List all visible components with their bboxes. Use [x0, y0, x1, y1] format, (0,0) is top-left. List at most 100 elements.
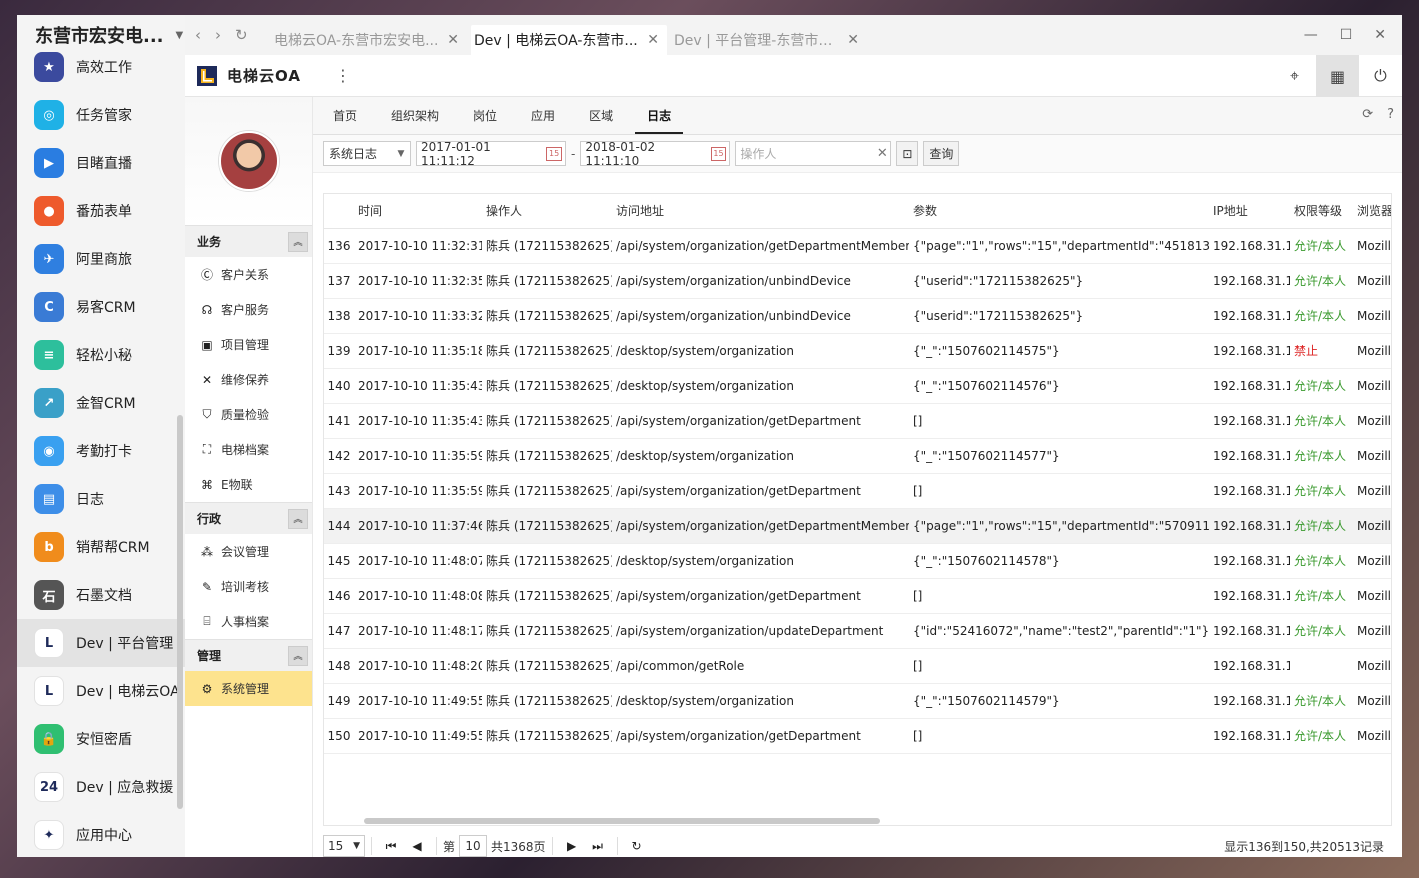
- column-header[interactable]: 访问地址: [612, 194, 909, 229]
- sidebar-group-header[interactable]: 管理 ︽: [185, 639, 312, 671]
- table-row[interactable]: 150 2017-10-10 11:49:55 陈兵 (172115382625) /…: [324, 718, 1391, 754]
- table-row[interactable]: 139 2017-10-10 11:35:18 陈兵 (172115382625) /…: [324, 333, 1391, 369]
- last-page-icon[interactable]: ⏭: [585, 839, 611, 854]
- sub-tab[interactable]: 应用: [519, 98, 567, 134]
- app-item[interactable]: ≡ 轻松小秘: [17, 331, 185, 379]
- table-row[interactable]: 145 2017-10-10 11:48:07 陈兵 (172115382625) /…: [324, 543, 1391, 579]
- app-item[interactable]: ● 番茄表单: [17, 187, 185, 235]
- first-page-icon[interactable]: ⏮: [378, 839, 404, 854]
- app-item[interactable]: L Dev | 平台管理: [17, 619, 185, 667]
- sidebar-item[interactable]: Ⓒ 客户关系: [185, 257, 312, 292]
- app-item[interactable]: C 易客CRM: [17, 283, 185, 331]
- back-icon[interactable]: ‹: [195, 26, 201, 44]
- sub-tab[interactable]: 组织架构: [379, 98, 451, 134]
- forward-icon[interactable]: ›: [215, 26, 221, 44]
- close-icon[interactable]: ✕: [847, 32, 859, 48]
- column-header[interactable]: IP地址: [1209, 194, 1290, 229]
- app-item[interactable]: ↗ 金智CRM: [17, 379, 185, 427]
- table-row[interactable]: 147 2017-10-10 11:48:17 陈兵 (172115382625) /…: [324, 613, 1391, 649]
- table-row[interactable]: 137 2017-10-10 11:32:35 陈兵 (172115382625) /…: [324, 263, 1391, 299]
- page-number-input[interactable]: 10: [459, 835, 488, 857]
- sidebar-group-header[interactable]: 业务 ︽: [185, 225, 312, 257]
- reload-page-icon[interactable]: ↻: [624, 839, 650, 853]
- query-button[interactable]: 查询: [923, 141, 960, 166]
- horizontal-scrollbar[interactable]: [364, 818, 880, 824]
- table-row[interactable]: 144 2017-10-10 11:37:46 陈兵 (172115382625) /…: [324, 508, 1391, 544]
- sub-tab[interactable]: 首页: [321, 98, 369, 134]
- date-to-field[interactable]: 2018-01-02 11:11:10 15: [580, 140, 731, 168]
- next-page-icon[interactable]: ▶: [559, 839, 585, 853]
- sub-tab[interactable]: 区域: [577, 98, 625, 134]
- sidebar-group-header[interactable]: 行政 ︽: [185, 502, 312, 534]
- table-row[interactable]: 148 2017-10-10 11:48:20 陈兵 (172115382625) /…: [324, 648, 1391, 684]
- sidebar-item[interactable]: ⚙ 系统管理: [185, 671, 312, 706]
- collapse-icon[interactable]: ︽: [288, 645, 308, 666]
- table-row[interactable]: 138 2017-10-10 11:33:32 陈兵 (172115382625) /…: [324, 298, 1391, 334]
- power-icon[interactable]: ⏻: [1359, 55, 1402, 97]
- app-item[interactable]: 石石墨文档: [17, 571, 185, 619]
- close-icon[interactable]: ✕: [447, 32, 459, 48]
- app-item[interactable]: ✦ 应用中心: [17, 811, 185, 857]
- sidebar-item[interactable]: ⛶ 电梯档案: [185, 432, 312, 467]
- log-type-select[interactable]: 系统日志 ▼: [323, 141, 411, 166]
- app-item[interactable]: ▶ 目睹直播: [17, 139, 185, 187]
- sidebar-item[interactable]: ⌸ 人事档案: [185, 604, 312, 639]
- column-header[interactable]: [324, 194, 354, 229]
- table-row[interactable]: 149 2017-10-10 11:49:55 陈兵 (172115382625) /…: [324, 683, 1391, 719]
- app-item[interactable]: b 销帮帮CRM: [17, 523, 185, 571]
- column-header[interactable]: 时间: [354, 194, 482, 229]
- operator-input[interactable]: 操作人 ✕: [735, 141, 892, 166]
- browser-tab[interactable]: Dev | 电梯云OA-东营市... ✕: [471, 25, 667, 55]
- sidebar-item[interactable]: ▣ 项目管理: [185, 327, 312, 362]
- collapse-icon[interactable]: ︽: [288, 231, 308, 252]
- map-pin-icon[interactable]: ⌖: [1273, 55, 1316, 97]
- browser-tab[interactable]: Dev | 平台管理-东营市宏... ✕: [671, 25, 867, 55]
- table-row[interactable]: 136 2017-10-10 11:32:31 陈兵 (172115382625) /…: [324, 228, 1391, 264]
- browser-tab[interactable]: 电梯云OA-东营市宏安电... ✕: [271, 25, 467, 55]
- minimize-icon[interactable]: —: [1304, 27, 1318, 43]
- avatar[interactable]: [218, 131, 279, 191]
- reload-icon[interactable]: ↻: [235, 26, 248, 44]
- sub-tab[interactable]: 日志: [635, 98, 684, 134]
- refresh-icon[interactable]: ⟳: [1362, 107, 1373, 122]
- close-icon[interactable]: ✕: [647, 32, 659, 48]
- sidebar-item[interactable]: ⌘ E物联: [185, 467, 312, 502]
- column-header[interactable]: 浏览器: [1353, 194, 1391, 229]
- table-row[interactable]: 140 2017-10-10 11:35:43 陈兵 (172115382625) /…: [324, 368, 1391, 404]
- launcher-scrollbar[interactable]: [177, 415, 183, 809]
- operator-picker-button[interactable]: ⊡: [896, 141, 919, 166]
- app-item[interactable]: ◎ 任务管家: [17, 91, 185, 139]
- sidebar-item[interactable]: ⁂ 会议管理: [185, 534, 312, 569]
- table-row[interactable]: 142 2017-10-10 11:35:59 陈兵 (172115382625) /…: [324, 438, 1391, 474]
- close-window-icon[interactable]: ✕: [1374, 27, 1386, 43]
- sidebar-item[interactable]: ☊ 客户服务: [185, 292, 312, 327]
- sidebar-item[interactable]: ✕ 维修保养: [185, 362, 312, 397]
- table-row[interactable]: 143 2017-10-10 11:35:59 陈兵 (172115382625) /…: [324, 473, 1391, 509]
- calendar-icon[interactable]: 15: [710, 146, 727, 161]
- maximize-icon[interactable]: ☐: [1340, 27, 1353, 43]
- app-item[interactable]: 🔒 安恒密盾: [17, 715, 185, 763]
- app-item[interactable]: ★ 高效工作: [17, 43, 185, 91]
- sidebar-item[interactable]: ✎ 培训考核: [185, 569, 312, 604]
- collapse-icon[interactable]: ︽: [288, 508, 308, 529]
- app-item[interactable]: ◉ 考勤打卡: [17, 427, 185, 475]
- table-row[interactable]: 146 2017-10-10 11:48:08 陈兵 (172115382625) /…: [324, 578, 1391, 614]
- app-item[interactable]: ✈ 阿里商旅: [17, 235, 185, 283]
- sidebar-item[interactable]: ⛉ 质量检验: [185, 397, 312, 432]
- page-size-select[interactable]: 15 ▼: [323, 835, 365, 857]
- column-header[interactable]: 权限等级: [1290, 194, 1353, 229]
- app-item[interactable]: ▤ 日志: [17, 475, 185, 523]
- help-icon[interactable]: ?: [1387, 107, 1394, 122]
- column-header[interactable]: 参数: [909, 194, 1209, 229]
- sub-tab[interactable]: 岗位: [461, 98, 509, 134]
- clear-icon[interactable]: ✕: [874, 146, 890, 161]
- app-item[interactable]: L Dev | 电梯云OA: [17, 667, 185, 715]
- column-header[interactable]: 操作人: [482, 194, 612, 229]
- grid-apps-icon[interactable]: ▦: [1316, 55, 1359, 97]
- more-menu-icon[interactable]: ⋮: [335, 66, 351, 85]
- table-row[interactable]: 141 2017-10-10 11:35:43 陈兵 (172115382625) /…: [324, 403, 1391, 439]
- calendar-icon[interactable]: 15: [546, 146, 562, 161]
- date-from-field[interactable]: 2017-01-01 11:11:12 15: [416, 140, 566, 168]
- prev-page-icon[interactable]: ◀: [404, 839, 430, 853]
- app-item[interactable]: 24 Dev | 应急救援: [17, 763, 185, 811]
